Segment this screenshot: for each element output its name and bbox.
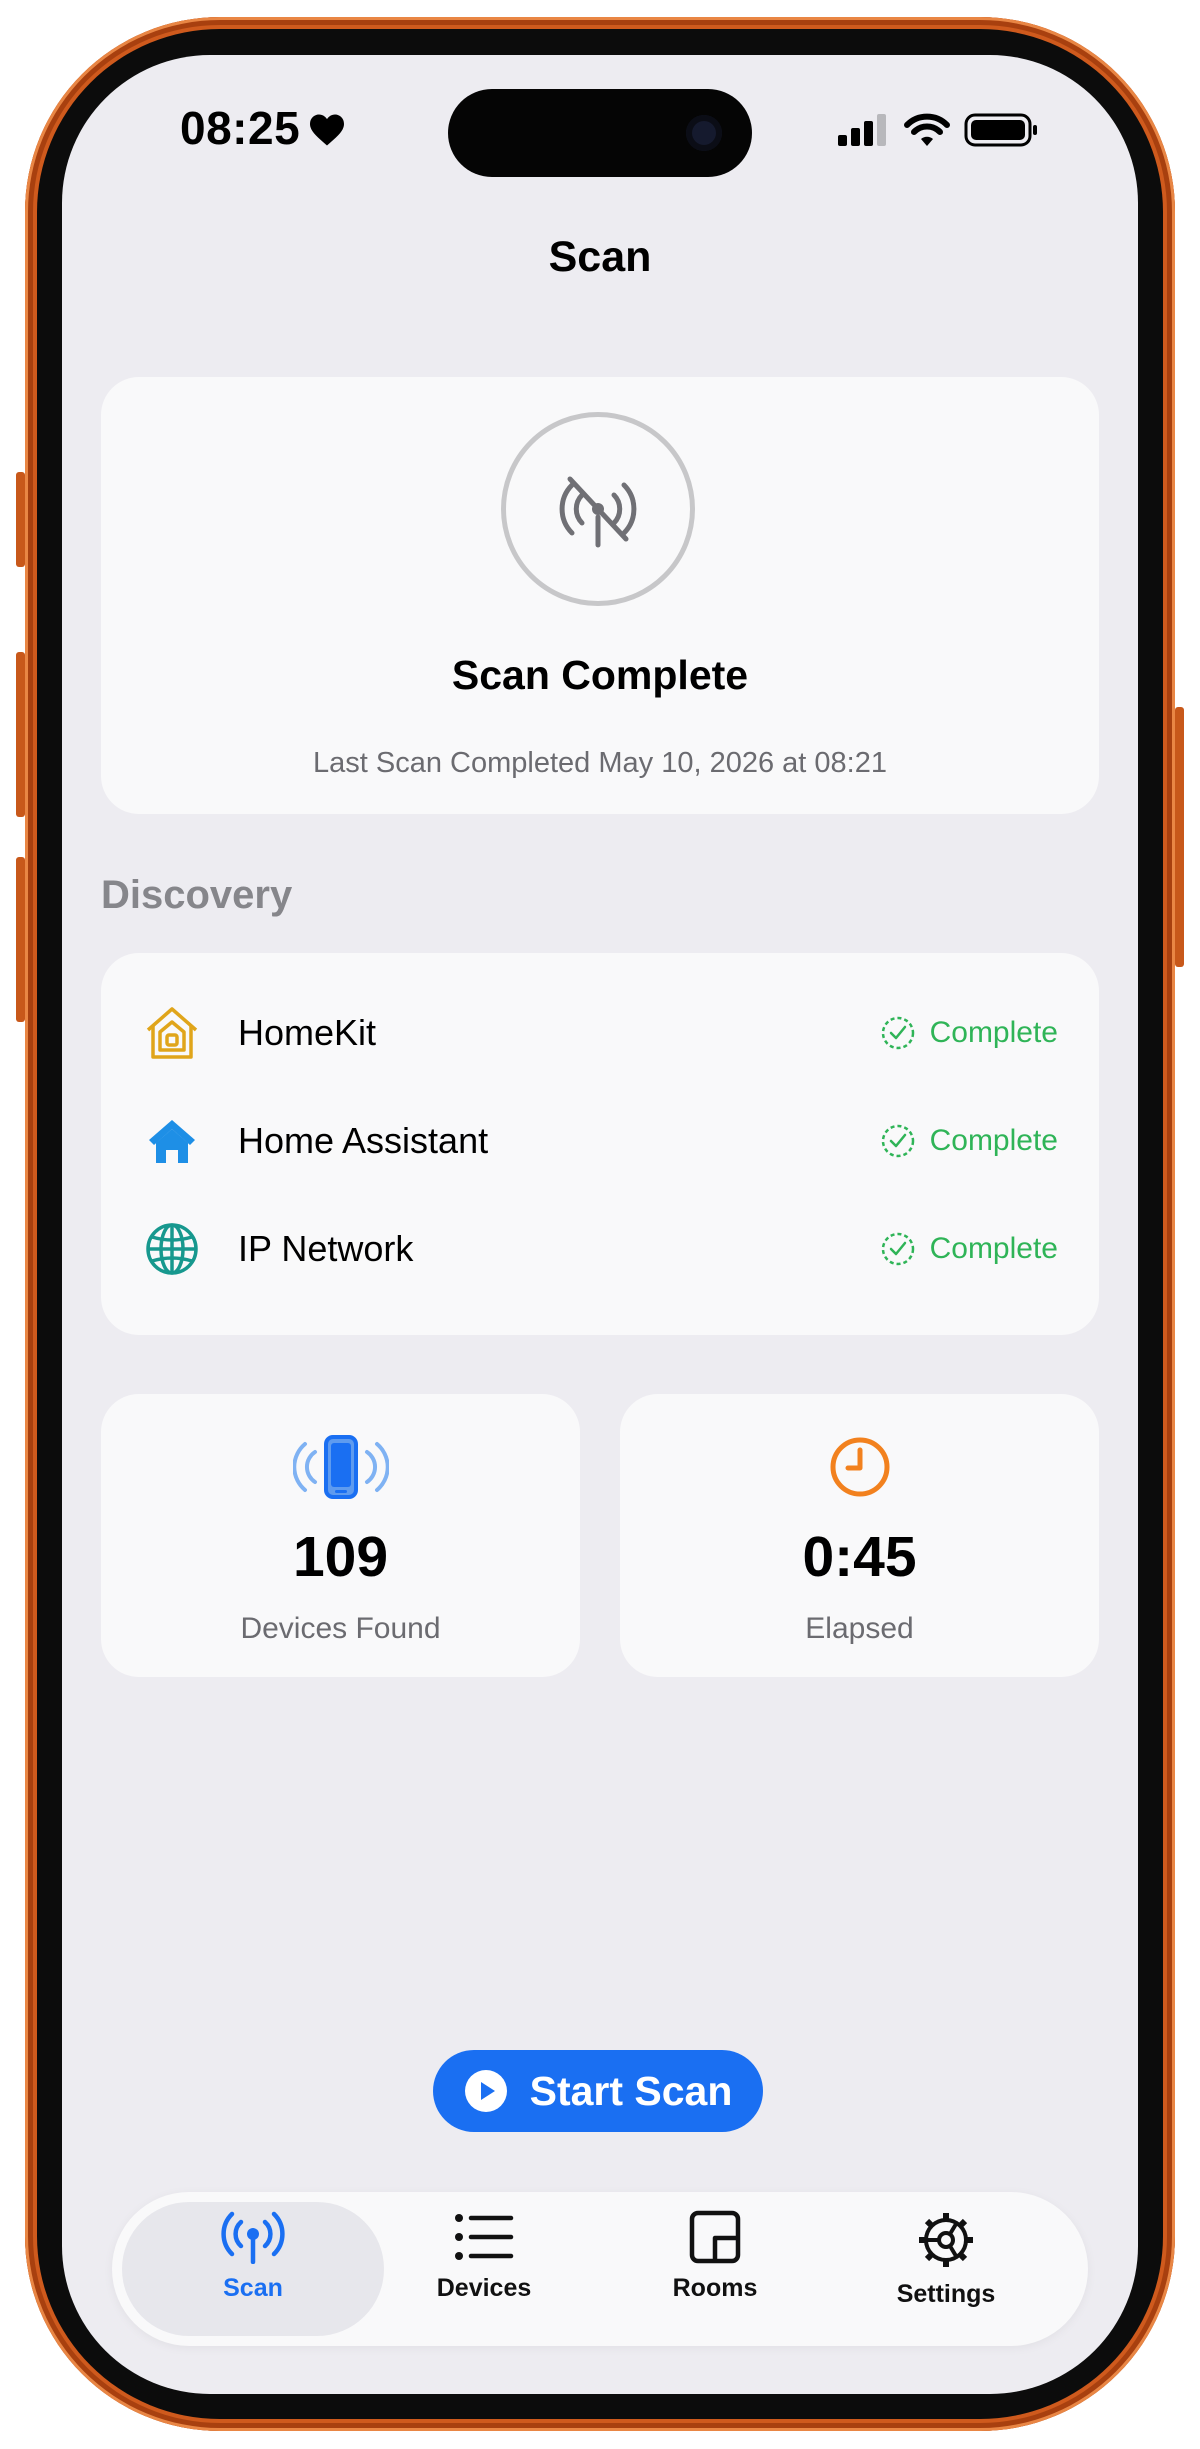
wifi-icon (904, 113, 950, 146)
discovery-row-home-assistant: Home Assistant Complete (101, 1087, 1099, 1195)
rooms-icon (689, 2210, 741, 2264)
discovery-status-text: Complete (929, 1124, 1058, 1157)
check-circle-icon (881, 1232, 914, 1266)
elapsed-value: 0:45 (802, 1525, 917, 1589)
status-time: 08:25 (180, 102, 301, 154)
discovery-status: Complete (880, 1231, 1058, 1267)
globe-icon (143, 1220, 201, 1278)
clock-icon (620, 1434, 1099, 1500)
discovery-label: HomeKit (238, 1012, 377, 1053)
last-scan-text: Last Scan Completed May 10, 2026 at 08:2… (313, 747, 887, 779)
play-circle-icon (464, 2070, 507, 2112)
tab-label: Scan (223, 2274, 283, 2302)
discovery-row-homekit: HomeKit Complete (101, 979, 1099, 1087)
house-fill-icon (143, 1112, 201, 1170)
start-scan-label: Start Scan (529, 2067, 733, 2114)
discovery-status-text: Complete (929, 1232, 1058, 1265)
elapsed-label: Elapsed (805, 1612, 914, 1645)
tab-label: Rooms (672, 2274, 758, 2302)
scan-status-card: Scan Complete Last Scan Completed May 10… (101, 377, 1099, 814)
screen: 08:25 Scan Scan Complete Last Scan Compl… (62, 55, 1138, 2394)
discovery-label: Home Assistant (238, 1120, 489, 1161)
tab-bar: Scan Devices Rooms Settings (112, 2192, 1088, 2346)
elapsed-card: 0:45 Elapsed (620, 1394, 1099, 1677)
scan-status-circle (501, 412, 695, 606)
discovery-status: Complete (880, 1123, 1058, 1159)
start-scan-button[interactable]: Start Scan (433, 2050, 763, 2132)
devices-found-value: 109 (292, 1525, 389, 1589)
dynamic-island (448, 89, 752, 177)
cellular-signal-icon (838, 114, 886, 146)
battery-icon (964, 113, 1037, 147)
status-indicators (836, 113, 1040, 147)
antenna-icon (221, 2211, 285, 2264)
volume-down-button (16, 857, 25, 1022)
phone-radiowaves-icon (101, 1434, 580, 1500)
check-circle-icon (881, 1124, 914, 1158)
camera-icon (686, 115, 722, 151)
side-button (1175, 707, 1184, 967)
tab-scan[interactable]: Scan (153, 2210, 353, 2330)
heart-icon (310, 114, 344, 146)
discovery-list: HomeKit Complete Home Assistant Complete… (101, 953, 1099, 1335)
action-button (16, 472, 25, 567)
discovery-row-ip-network: IP Network Complete (101, 1195, 1099, 1303)
volume-up-button (16, 652, 25, 817)
tab-label: Devices (436, 2274, 532, 2302)
gear-icon (919, 2213, 973, 2267)
tab-settings[interactable]: Settings (846, 2210, 1046, 2330)
discovery-label: IP Network (238, 1228, 414, 1269)
antenna-slash-icon (559, 476, 637, 548)
devices-found-card: 109 Devices Found (101, 1394, 580, 1677)
tab-rooms[interactable]: Rooms (615, 2210, 815, 2330)
tab-label: Settings (896, 2280, 996, 2308)
scan-status-title: Scan Complete (451, 652, 749, 698)
devices-found-label: Devices Found (240, 1612, 441, 1645)
discovery-status-text: Complete (929, 1016, 1058, 1049)
tab-devices[interactable]: Devices (384, 2210, 584, 2330)
check-circle-icon (881, 1016, 914, 1050)
list-icon (455, 2214, 514, 2260)
discovery-header: Discovery (101, 873, 293, 917)
homekit-house-icon (143, 1004, 201, 1062)
discovery-status: Complete (880, 1015, 1058, 1051)
page-title: Scan (548, 233, 652, 281)
